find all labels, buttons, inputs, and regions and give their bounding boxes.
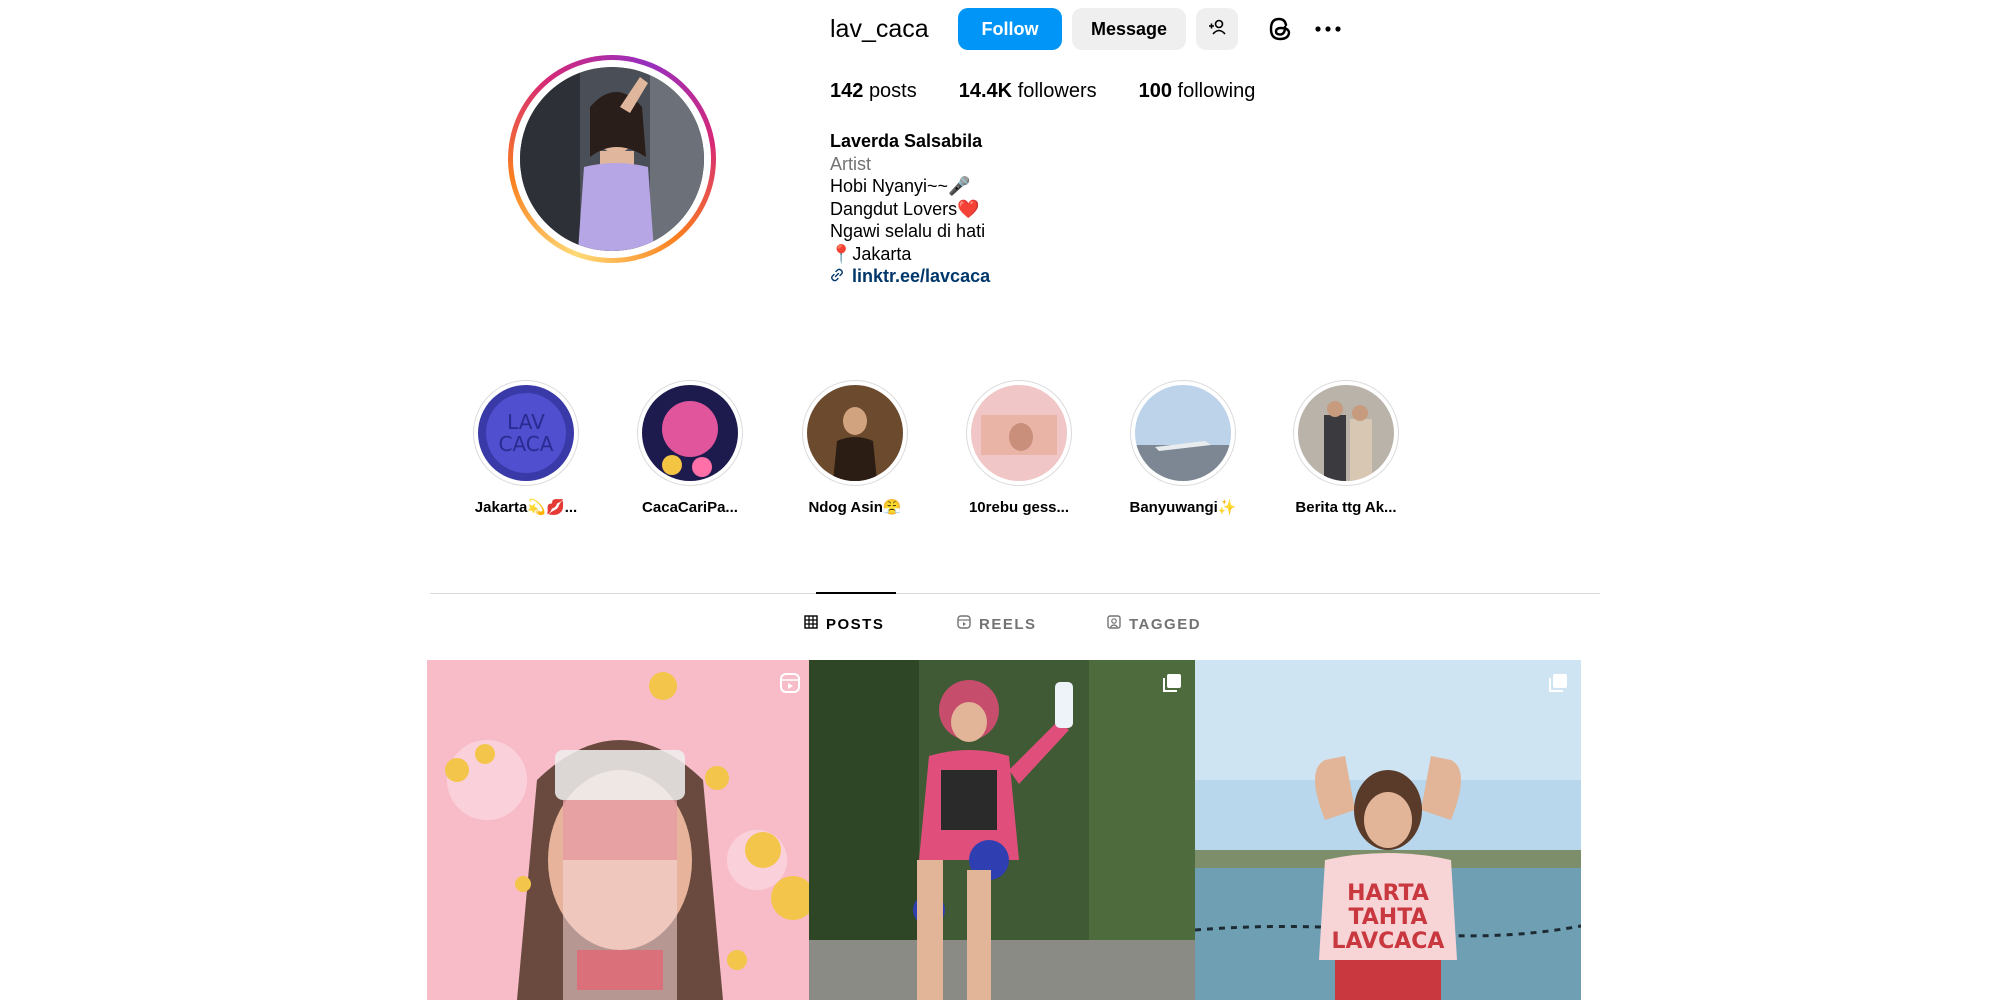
post-thumbnail[interactable] [427, 660, 813, 1000]
svg-text:LAV: LAV [507, 410, 545, 434]
highlight-cover [971, 385, 1067, 481]
bio-line: Ngawi selalu di hati [830, 221, 986, 241]
highlight-label: 10rebu gess... [968, 499, 1070, 516]
reels-icon [957, 615, 971, 633]
bio-line: 📍Jakarta [830, 243, 912, 264]
tab-tagged[interactable]: TAGGED [1107, 594, 1201, 654]
grid-icon [804, 615, 818, 633]
profile-username: lav_caca [830, 15, 929, 43]
highlight-cover: LAV CACA [478, 385, 574, 481]
follow-button[interactable]: Follow [958, 8, 1062, 50]
post-thumbnail[interactable] [809, 660, 1195, 1000]
carousel-badge-icon [1161, 672, 1183, 699]
profile-full-name: Laverda Salsabila [830, 131, 983, 151]
highlight-cover [642, 385, 738, 481]
story-highlight[interactable]: Banyuwangi✨ [1128, 380, 1238, 518]
avatar-photo [520, 67, 704, 251]
more-options-icon[interactable] [1310, 11, 1346, 47]
carousel-badge-icon [1547, 672, 1569, 699]
svg-text:LAVCACA: LAVCACA [1332, 929, 1445, 954]
reel-badge-icon [779, 672, 801, 699]
profile-stats: 142 posts 14.4K followers 100 following [830, 80, 1297, 103]
tab-posts[interactable]: POSTS [804, 594, 884, 654]
posts-count: 142 posts [830, 80, 917, 102]
svg-text:HARTA: HARTA [1347, 881, 1429, 906]
followers-count[interactable]: 14.4K followers [959, 80, 1097, 103]
profile-avatar[interactable] [508, 55, 716, 263]
link-icon [830, 265, 844, 288]
tagged-icon [1107, 615, 1121, 633]
story-highlight[interactable]: LAV CACA Jakarta💫💋... [471, 380, 581, 518]
threads-icon[interactable] [1262, 11, 1298, 47]
bio-line: Hobi Nyanyi~~🎤 [830, 176, 971, 196]
message-button[interactable]: Message [1072, 8, 1186, 50]
story-highlight[interactable]: Ndog Asin😤 [800, 380, 910, 518]
add-person-icon [1207, 17, 1227, 42]
story-highlight[interactable]: CacaCariPa... [635, 380, 745, 518]
profile-bio: Laverda Salsabila Artist Hobi Nyanyi~~🎤 … [830, 130, 990, 288]
bio-line: Dangdut Lovers❤️ [830, 198, 980, 219]
highlight-label: Ndog Asin😤 [808, 499, 902, 516]
post-thumbnail[interactable]: HARTA TAHTA LAVCACA [1195, 660, 1581, 1000]
highlight-label: Jakarta💫💋... [474, 499, 578, 516]
highlight-label: Banyuwangi✨ [1129, 499, 1237, 516]
highlight-cover [1135, 385, 1231, 481]
bio-link[interactable]: linktr.ee/lavcaca [830, 265, 990, 288]
tab-reels[interactable]: REELS [957, 594, 1037, 654]
following-count[interactable]: 100 following [1139, 80, 1256, 103]
profile-category: Artist [830, 153, 872, 174]
highlight-label: CacaCariPa... [642, 499, 738, 516]
highlight-cover [1298, 385, 1394, 481]
story-highlight[interactable]: Berita ttg Ak... [1291, 380, 1401, 518]
svg-text:CACA: CACA [499, 432, 554, 456]
highlight-cover [807, 385, 903, 481]
suggested-users-button[interactable] [1196, 8, 1238, 50]
story-highlight[interactable]: 10rebu gess... [964, 380, 1074, 518]
svg-text:TAHTA: TAHTA [1348, 905, 1427, 930]
highlight-label: Berita ttg Ak... [1295, 499, 1397, 516]
